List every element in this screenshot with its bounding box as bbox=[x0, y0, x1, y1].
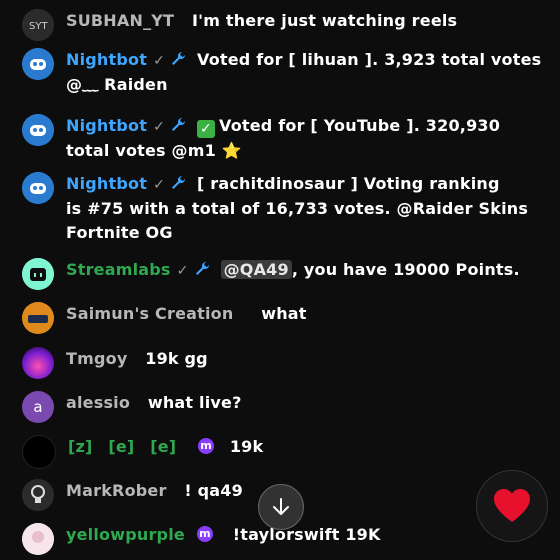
svg-text:SYT: SYT bbox=[29, 21, 48, 32]
emote-z: [z] bbox=[68, 437, 93, 456]
arrow-down-icon bbox=[273, 498, 289, 515]
message-text-line2: total votes @m1 bbox=[66, 141, 216, 160]
verified-check-icon: ✓ bbox=[153, 53, 165, 69]
chat-message: Nightbot ✓ ✓ Voted for [ YouTube ]. 320,930… bbox=[22, 114, 542, 163]
chat-message: Nightbot ✓ [ rachitdinosaur ] Voting ranki… bbox=[22, 172, 542, 245]
emote-e: [e] bbox=[108, 437, 135, 456]
author-name[interactable]: yellowpurple bbox=[66, 525, 185, 544]
chat-message: a alessio what live? bbox=[22, 391, 542, 423]
subhan-logo-icon: SYT bbox=[22, 9, 54, 41]
author-name[interactable]: Saimun's Creation bbox=[66, 304, 233, 323]
avatar[interactable]: SYT bbox=[22, 9, 54, 41]
avatar[interactable] bbox=[22, 347, 54, 379]
avatar[interactable] bbox=[22, 258, 54, 290]
avatar[interactable] bbox=[22, 302, 54, 334]
author-name[interactable]: Nightbot bbox=[66, 116, 147, 135]
avatar[interactable] bbox=[22, 435, 56, 469]
heart-reaction-button[interactable] bbox=[476, 470, 548, 542]
chat-message: Nightbot ✓ Voted for [ lihuan ]. 3,923 tot… bbox=[22, 48, 542, 97]
avatar[interactable] bbox=[22, 172, 54, 204]
scroll-down-button[interactable] bbox=[258, 484, 304, 530]
avatar[interactable] bbox=[22, 479, 54, 511]
member-badge-icon bbox=[196, 522, 213, 546]
chat-message: Streamlabs ✓ @QA49, you have 19000 Points. bbox=[22, 258, 542, 290]
avatar[interactable] bbox=[22, 523, 54, 555]
message-text: 19k gg bbox=[145, 349, 208, 368]
message-text: !taylorswift 19K bbox=[232, 525, 381, 544]
chat-message: [z] [e] [e] 19k bbox=[22, 434, 542, 469]
message-text-line2: @﹏ Raiden bbox=[66, 75, 168, 94]
message-text: I'm there just watching reels bbox=[191, 11, 458, 30]
message-text: 19k bbox=[229, 437, 264, 456]
moderator-wrench-icon bbox=[172, 175, 186, 189]
star-emoji-icon: ⭐ bbox=[221, 141, 242, 160]
profile-picture-icon bbox=[22, 523, 54, 555]
avatar[interactable] bbox=[22, 114, 54, 146]
verified-check-icon: ✓ bbox=[153, 177, 165, 193]
chat-message: SYT SUBHAN_YT I'm there just watching re… bbox=[22, 9, 542, 41]
message-text: Voted for [ YouTube ]. 320,930 bbox=[219, 116, 501, 135]
member-badge-icon bbox=[198, 434, 215, 458]
moderator-wrench-icon bbox=[195, 261, 209, 275]
message-text: [ rachitdinosaur ] Voting ranking bbox=[197, 174, 500, 193]
mention-chip[interactable]: @QA49 bbox=[220, 260, 292, 279]
moderator-wrench-icon bbox=[172, 51, 186, 65]
streamlabs-icon bbox=[22, 258, 54, 290]
message-text-line3: Fortnite OG bbox=[66, 223, 173, 242]
emote-e: [e] bbox=[150, 437, 177, 456]
check-emoji-icon: ✓ bbox=[197, 120, 215, 138]
message-text: what bbox=[261, 304, 307, 323]
nightbot-icon bbox=[22, 114, 54, 146]
chat-message: Saimun's Creation what bbox=[22, 302, 542, 334]
message-text: what live? bbox=[147, 393, 242, 412]
author-name[interactable]: SUBHAN_YT bbox=[66, 11, 174, 30]
avatar[interactable] bbox=[22, 48, 54, 80]
lightbulb-logo-icon bbox=[22, 479, 54, 511]
live-chat: SYT SUBHAN_YT I'm there just watching re… bbox=[0, 0, 560, 560]
author-name[interactable]: MarkRober bbox=[66, 481, 167, 500]
message-text: ! qa49 bbox=[184, 481, 243, 500]
moderator-wrench-icon bbox=[172, 117, 186, 131]
author-name[interactable]: alessio bbox=[66, 393, 130, 412]
nightbot-icon bbox=[22, 48, 54, 80]
chat-message: Tmgoy 19k gg bbox=[22, 347, 542, 379]
author-name[interactable]: Nightbot bbox=[66, 174, 147, 193]
nightbot-icon bbox=[22, 172, 54, 204]
message-text: Voted for [ lihuan ]. 3,923 total votes bbox=[197, 50, 542, 69]
avatar[interactable]: a bbox=[22, 391, 54, 423]
author-name[interactable]: Streamlabs bbox=[66, 260, 171, 279]
author-name[interactable]: Tmgoy bbox=[66, 349, 127, 368]
verified-check-icon: ✓ bbox=[176, 263, 189, 279]
author-name[interactable]: Nightbot bbox=[66, 50, 147, 69]
verified-check-icon: ✓ bbox=[153, 119, 165, 135]
message-text: , you have 19000 Points. bbox=[291, 260, 520, 279]
channel-logo-icon bbox=[22, 302, 54, 334]
message-text-line2: is #75 with a total of 16,733 votes. @Ra… bbox=[66, 199, 529, 218]
avatar-letter: a bbox=[33, 398, 43, 416]
heart-icon bbox=[494, 489, 530, 522]
